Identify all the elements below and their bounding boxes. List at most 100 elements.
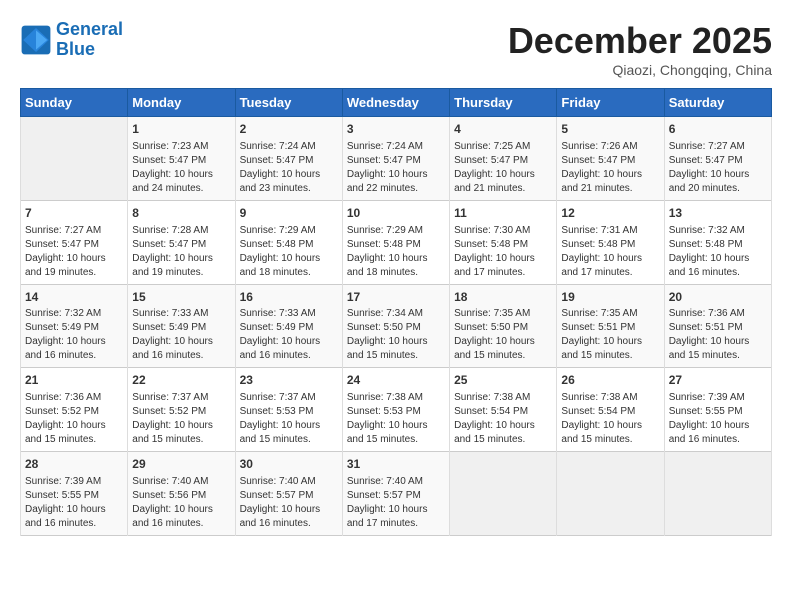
day-info: Sunrise: 7:36 AMSunset: 5:52 PMDaylight:… (25, 391, 123, 447)
day-info: Sunrise: 7:32 AMSunset: 5:49 PMDaylight:… (25, 307, 123, 363)
day-info: Sunrise: 7:29 AMSunset: 5:48 PMDaylight:… (347, 224, 445, 280)
calendar-cell: 24 Sunrise: 7:38 AMSunset: 5:53 PMDayligh… (342, 368, 449, 452)
day-info: Sunrise: 7:38 AMSunset: 5:54 PMDaylight:… (454, 391, 552, 447)
weekday-header-row: SundayMondayTuesdayWednesdayThursdayFrid… (21, 89, 772, 117)
day-number: 5 (561, 121, 659, 138)
title-block: December 2025 Qiaozi, Chongqing, China (508, 20, 772, 78)
calendar-week-row: 14Sunrise: 7:32 AMSunset: 5:49 PMDayligh… (21, 284, 772, 368)
calendar-cell (664, 452, 771, 536)
weekday-header: Saturday (664, 89, 771, 117)
calendar-cell: 18Sunrise: 7:35 AMSunset: 5:50 PMDayligh… (450, 284, 557, 368)
day-info: Sunrise: 7:39 AMSunset: 5:55 PMDaylight:… (25, 475, 123, 531)
day-info: Sunrise: 7:28 AMSunset: 5:47 PMDaylight:… (132, 224, 230, 280)
day-number: 19 (561, 289, 659, 306)
day-number: 10 (347, 205, 445, 222)
day-info: Sunrise: 7:40 AMSunset: 5:57 PMDaylight:… (240, 475, 338, 531)
day-info: Sunrise: 7:26 AMSunset: 5:47 PMDaylight:… (561, 140, 659, 196)
calendar-cell: 6Sunrise: 7:27 AMSunset: 5:47 PMDaylight… (664, 117, 771, 201)
calendar-cell: 30 Sunrise: 7:40 AMSunset: 5:57 PMDayligh… (235, 452, 342, 536)
day-number: 27 (669, 372, 767, 389)
logo-text: General Blue (56, 20, 123, 60)
calendar-cell: 11Sunrise: 7:30 AMSunset: 5:48 PMDayligh… (450, 200, 557, 284)
day-info: Sunrise: 7:25 AMSunset: 5:47 PMDaylight:… (454, 140, 552, 196)
calendar-cell: 17Sunrise: 7:34 AMSunset: 5:50 PMDayligh… (342, 284, 449, 368)
day-number: 23 (240, 372, 338, 389)
logo: General Blue (20, 20, 123, 60)
day-number: 15 (132, 289, 230, 306)
day-info: Sunrise: 7:34 AMSunset: 5:50 PMDaylight:… (347, 307, 445, 363)
weekday-header: Friday (557, 89, 664, 117)
day-info: Sunrise: 7:29 AMSunset: 5:48 PMDaylight:… (240, 224, 338, 280)
calendar-cell: 5 Sunrise: 7:26 AMSunset: 5:47 PMDaylight… (557, 117, 664, 201)
day-number: 2 (240, 121, 338, 138)
calendar-cell: 28 Sunrise: 7:39 AMSunset: 5:55 PMDayligh… (21, 452, 128, 536)
page-subtitle: Qiaozi, Chongqing, China (508, 62, 772, 78)
calendar-cell: 23Sunrise: 7:37 AMSunset: 5:53 PMDayligh… (235, 368, 342, 452)
day-info: Sunrise: 7:27 AMSunset: 5:47 PMDaylight:… (25, 224, 123, 280)
calendar-cell: 10 Sunrise: 7:29 AMSunset: 5:48 PMDayligh… (342, 200, 449, 284)
day-number: 31 (347, 456, 445, 473)
day-info: Sunrise: 7:40 AMSunset: 5:57 PMDaylight:… (347, 475, 445, 531)
calendar-table: SundayMondayTuesdayWednesdayThursdayFrid… (20, 88, 772, 536)
weekday-header: Monday (128, 89, 235, 117)
day-number: 18 (454, 289, 552, 306)
page-title: December 2025 (508, 20, 772, 62)
weekday-header: Thursday (450, 89, 557, 117)
day-info: Sunrise: 7:35 AMSunset: 5:51 PMDaylight:… (561, 307, 659, 363)
day-number: 24 (347, 372, 445, 389)
day-number: 14 (25, 289, 123, 306)
day-number: 11 (454, 205, 552, 222)
day-number: 12 (561, 205, 659, 222)
weekday-header: Sunday (21, 89, 128, 117)
day-info: Sunrise: 7:33 AMSunset: 5:49 PMDaylight:… (132, 307, 230, 363)
calendar-cell: 14Sunrise: 7:32 AMSunset: 5:49 PMDayligh… (21, 284, 128, 368)
calendar-cell: 31 Sunrise: 7:40 AMSunset: 5:57 PMDayligh… (342, 452, 449, 536)
day-number: 22 (132, 372, 230, 389)
day-info: Sunrise: 7:36 AMSunset: 5:51 PMDaylight:… (669, 307, 767, 363)
day-number: 4 (454, 121, 552, 138)
calendar-cell: 19Sunrise: 7:35 AMSunset: 5:51 PMDayligh… (557, 284, 664, 368)
weekday-header: Wednesday (342, 89, 449, 117)
calendar-cell: 15Sunrise: 7:33 AMSunset: 5:49 PMDayligh… (128, 284, 235, 368)
day-info: Sunrise: 7:32 AMSunset: 5:48 PMDaylight:… (669, 224, 767, 280)
calendar-week-row: 21 Sunrise: 7:36 AMSunset: 5:52 PMDayligh… (21, 368, 772, 452)
day-info: Sunrise: 7:33 AMSunset: 5:49 PMDaylight:… (240, 307, 338, 363)
calendar-cell: 7 Sunrise: 7:27 AMSunset: 5:47 PMDaylight… (21, 200, 128, 284)
day-info: Sunrise: 7:40 AMSunset: 5:56 PMDaylight:… (132, 475, 230, 531)
day-number: 16 (240, 289, 338, 306)
calendar-cell: 29 Sunrise: 7:40 AMSunset: 5:56 PMDayligh… (128, 452, 235, 536)
calendar-cell: 20Sunrise: 7:36 AMSunset: 5:51 PMDayligh… (664, 284, 771, 368)
day-number: 20 (669, 289, 767, 306)
day-number: 28 (25, 456, 123, 473)
day-number: 3 (347, 121, 445, 138)
day-number: 13 (669, 205, 767, 222)
calendar-cell: 21 Sunrise: 7:36 AMSunset: 5:52 PMDayligh… (21, 368, 128, 452)
calendar-cell: 16Sunrise: 7:33 AMSunset: 5:49 PMDayligh… (235, 284, 342, 368)
calendar-cell: 25Sunrise: 7:38 AMSunset: 5:54 PMDayligh… (450, 368, 557, 452)
calendar-cell: 26 Sunrise: 7:38 AMSunset: 5:54 PMDayligh… (557, 368, 664, 452)
calendar-week-row: 7 Sunrise: 7:27 AMSunset: 5:47 PMDaylight… (21, 200, 772, 284)
calendar-cell: 1Sunrise: 7:23 AMSunset: 5:47 PMDaylight… (128, 117, 235, 201)
day-number: 29 (132, 456, 230, 473)
day-number: 21 (25, 372, 123, 389)
day-number: 9 (240, 205, 338, 222)
calendar-cell: 3 Sunrise: 7:24 AMSunset: 5:47 PMDaylight… (342, 117, 449, 201)
page-header: General Blue December 2025 Qiaozi, Chong… (20, 20, 772, 78)
day-info: Sunrise: 7:24 AMSunset: 5:47 PMDaylight:… (240, 140, 338, 196)
day-info: Sunrise: 7:27 AMSunset: 5:47 PMDaylight:… (669, 140, 767, 196)
calendar-cell: 8 Sunrise: 7:28 AMSunset: 5:47 PMDaylight… (128, 200, 235, 284)
calendar-cell: 12Sunrise: 7:31 AMSunset: 5:48 PMDayligh… (557, 200, 664, 284)
day-number: 7 (25, 205, 123, 222)
day-info: Sunrise: 7:24 AMSunset: 5:47 PMDaylight:… (347, 140, 445, 196)
weekday-header: Tuesday (235, 89, 342, 117)
day-info: Sunrise: 7:23 AMSunset: 5:47 PMDaylight:… (132, 140, 230, 196)
calendar-cell (21, 117, 128, 201)
day-info: Sunrise: 7:35 AMSunset: 5:50 PMDaylight:… (454, 307, 552, 363)
day-number: 8 (132, 205, 230, 222)
day-number: 30 (240, 456, 338, 473)
day-info: Sunrise: 7:38 AMSunset: 5:54 PMDaylight:… (561, 391, 659, 447)
day-number: 26 (561, 372, 659, 389)
day-info: Sunrise: 7:39 AMSunset: 5:55 PMDaylight:… (669, 391, 767, 447)
calendar-cell: 22Sunrise: 7:37 AMSunset: 5:52 PMDayligh… (128, 368, 235, 452)
day-info: Sunrise: 7:38 AMSunset: 5:53 PMDaylight:… (347, 391, 445, 447)
